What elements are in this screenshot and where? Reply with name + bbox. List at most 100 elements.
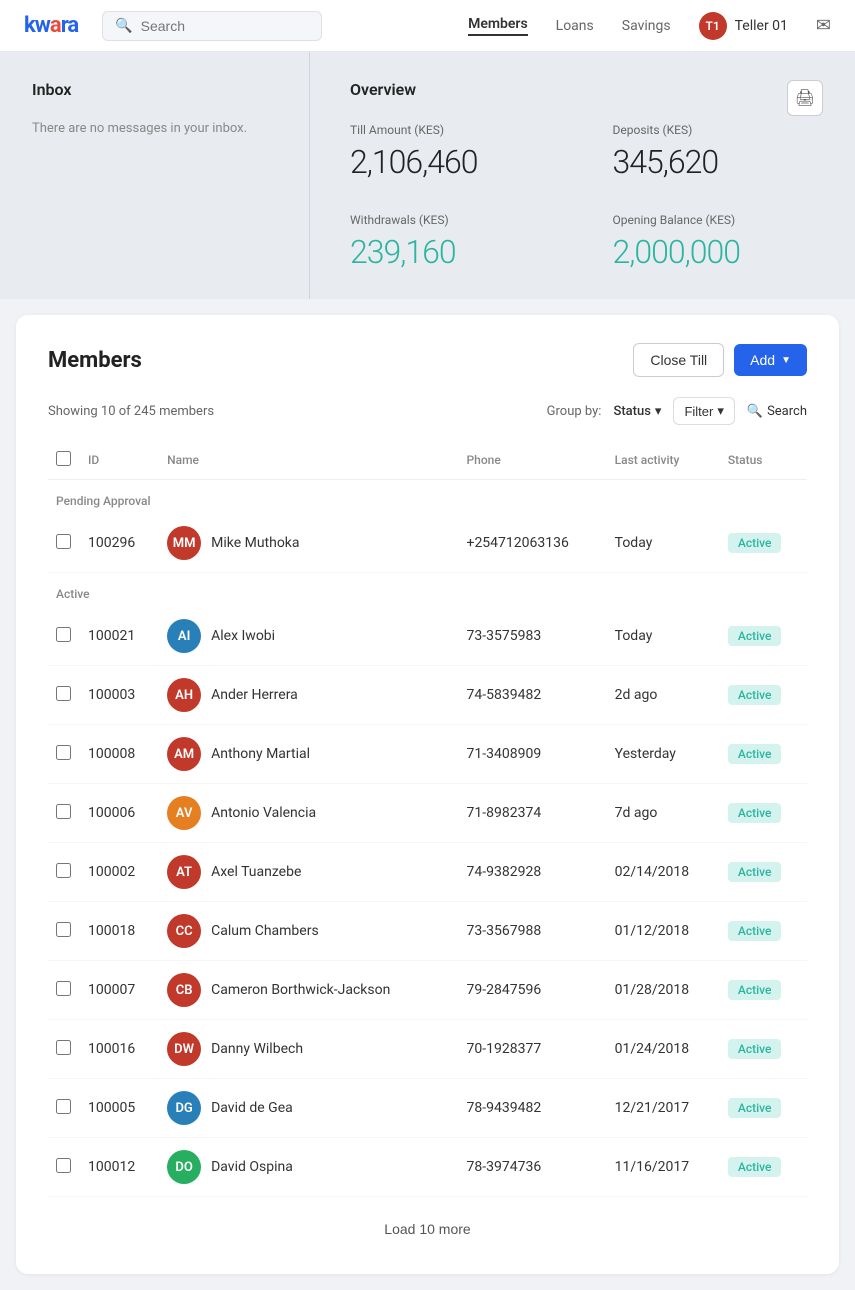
showing-text: Showing 10 of 245 members — [48, 404, 547, 419]
row-checkbox[interactable] — [56, 686, 71, 701]
app-logo: kwara — [24, 13, 78, 38]
member-id: 100005 — [80, 1079, 159, 1138]
row-checkbox-cell[interactable] — [48, 514, 80, 573]
inbox-title: Inbox — [32, 80, 277, 99]
member-id: 100016 — [80, 1020, 159, 1079]
filter-button[interactable]: Filter ▾ — [673, 397, 734, 425]
global-search-input[interactable] — [141, 18, 310, 34]
load-more-button[interactable]: Load 10 more — [384, 1221, 470, 1237]
member-name-cell: AH Ander Herrera — [159, 666, 458, 725]
table-row[interactable]: 100008 AM Anthony Martial 71-3408909 Yes… — [48, 725, 807, 784]
member-name-cell: MM Mike Muthoka — [159, 514, 458, 573]
search-button[interactable]: 🔍 Search — [747, 404, 807, 419]
nav-link-loans[interactable]: Loans — [556, 18, 594, 34]
member-phone: 70-1928377 — [459, 1020, 607, 1079]
avatar: AI — [167, 619, 201, 653]
nav-link-members[interactable]: Members — [468, 16, 528, 36]
row-checkbox-cell[interactable] — [48, 902, 80, 961]
table-row[interactable]: 100006 AV Antonio Valencia 71-8982374 7d… — [48, 784, 807, 843]
member-name: Calum Chambers — [211, 923, 319, 939]
row-checkbox-cell[interactable] — [48, 784, 80, 843]
overview-section: Inbox There are no messages in your inbo… — [0, 52, 855, 299]
row-checkbox[interactable] — [56, 1099, 71, 1114]
inbox-icon[interactable]: ✉ — [816, 15, 831, 36]
member-status-cell: Active — [720, 1079, 807, 1138]
row-checkbox[interactable] — [56, 534, 71, 549]
row-checkbox[interactable] — [56, 863, 71, 878]
member-phone: 74-5839482 — [459, 666, 607, 725]
chevron-down-icon: ▼ — [781, 355, 791, 366]
row-checkbox-cell[interactable] — [48, 1020, 80, 1079]
row-checkbox-cell[interactable] — [48, 1079, 80, 1138]
avatar: DW — [167, 1032, 201, 1066]
row-checkbox[interactable] — [56, 981, 71, 996]
member-id: 100021 — [80, 607, 159, 666]
avatar: AH — [167, 678, 201, 712]
table-row[interactable]: 100005 DG David de Gea 78-9439482 12/21/… — [48, 1079, 807, 1138]
table-row[interactable]: 100007 CB Cameron Borthwick-Jackson 79-2… — [48, 961, 807, 1020]
chevron-down-icon: ▾ — [655, 404, 662, 419]
row-checkbox-cell[interactable] — [48, 1138, 80, 1197]
member-last-activity: Yesterday — [607, 725, 720, 784]
member-phone: 78-9439482 — [459, 1079, 607, 1138]
filter-group: Group by: Status ▾ Filter ▾ 🔍 Search — [547, 397, 807, 425]
row-checkbox-cell[interactable] — [48, 843, 80, 902]
stats-grid: Till Amount (KES) 2,106,460 Deposits (KE… — [350, 123, 815, 271]
add-label: Add — [750, 352, 775, 368]
avatar: DO — [167, 1150, 201, 1184]
row-checkbox[interactable] — [56, 922, 71, 937]
select-all-checkbox[interactable] — [56, 451, 71, 466]
table-row[interactable]: 100003 AH Ander Herrera 74-5839482 2d ag… — [48, 666, 807, 725]
group-by-status[interactable]: Status ▾ — [613, 404, 661, 419]
member-phone: +254712063136 — [459, 514, 607, 573]
member-id: 100008 — [80, 725, 159, 784]
member-name-cell: DW Danny Wilbech — [159, 1020, 458, 1079]
status-badge: Active — [728, 1039, 782, 1059]
row-checkbox[interactable] — [56, 745, 71, 760]
print-button[interactable]: 🖨 — [787, 80, 823, 116]
nav-user[interactable]: T1 Teller 01 — [699, 12, 788, 40]
member-status-cell: Active — [720, 666, 807, 725]
table-row[interactable]: 100021 AI Alex Iwobi 73-3575983 Today Ac… — [48, 607, 807, 666]
member-name-cell: CC Calum Chambers — [159, 902, 458, 961]
member-status-cell: Active — [720, 902, 807, 961]
row-checkbox[interactable] — [56, 804, 71, 819]
row-checkbox[interactable] — [56, 1158, 71, 1173]
member-status-cell: Active — [720, 961, 807, 1020]
status-badge: Active — [728, 685, 782, 705]
section-label: Active — [48, 573, 807, 608]
stat-label: Withdrawals (KES) — [350, 213, 553, 227]
row-checkbox-cell[interactable] — [48, 607, 80, 666]
member-last-activity: Today — [607, 607, 720, 666]
row-checkbox-cell[interactable] — [48, 666, 80, 725]
row-checkbox-cell[interactable] — [48, 725, 80, 784]
stat-withdrawals: Withdrawals (KES) 239,160 — [350, 213, 553, 271]
member-name-cell: AT Axel Tuanzebe — [159, 843, 458, 902]
nav-link-savings[interactable]: Savings — [622, 18, 671, 34]
member-phone: 74-9382928 — [459, 843, 607, 902]
status-badge: Active — [728, 626, 782, 646]
stat-value: 2,000,000 — [613, 233, 816, 271]
member-status-cell: Active — [720, 843, 807, 902]
row-checkbox-cell[interactable] — [48, 961, 80, 1020]
table-row[interactable]: 100002 AT Axel Tuanzebe 74-9382928 02/14… — [48, 843, 807, 902]
global-search-bar[interactable]: 🔍 — [102, 11, 322, 41]
add-button[interactable]: Add ▼ — [734, 344, 807, 376]
member-name-cell: AV Antonio Valencia — [159, 784, 458, 843]
table-row[interactable]: 100018 CC Calum Chambers 73-3567988 01/1… — [48, 902, 807, 961]
member-id: 100296 — [80, 514, 159, 573]
close-till-button[interactable]: Close Till — [633, 343, 724, 377]
table-row[interactable]: 100012 DO David Ospina 78-3974736 11/16/… — [48, 1138, 807, 1197]
row-checkbox[interactable] — [56, 627, 71, 642]
table-row[interactable]: 100296 MM Mike Muthoka +254712063136 Tod… — [48, 514, 807, 573]
member-status-cell: Active — [720, 725, 807, 784]
overview-panel: Overview 🖨 Till Amount (KES) 2,106,460 D… — [310, 52, 855, 299]
row-checkbox[interactable] — [56, 1040, 71, 1055]
col-last-activity: Last activity — [607, 441, 720, 480]
member-name: Anthony Martial — [211, 746, 310, 762]
stat-value: 239,160 — [350, 233, 553, 271]
stat-value: 2,106,460 — [350, 143, 553, 181]
status-badge: Active — [728, 533, 782, 553]
table-row[interactable]: 100016 DW Danny Wilbech 70-1928377 01/24… — [48, 1020, 807, 1079]
member-name: Ander Herrera — [211, 687, 298, 703]
